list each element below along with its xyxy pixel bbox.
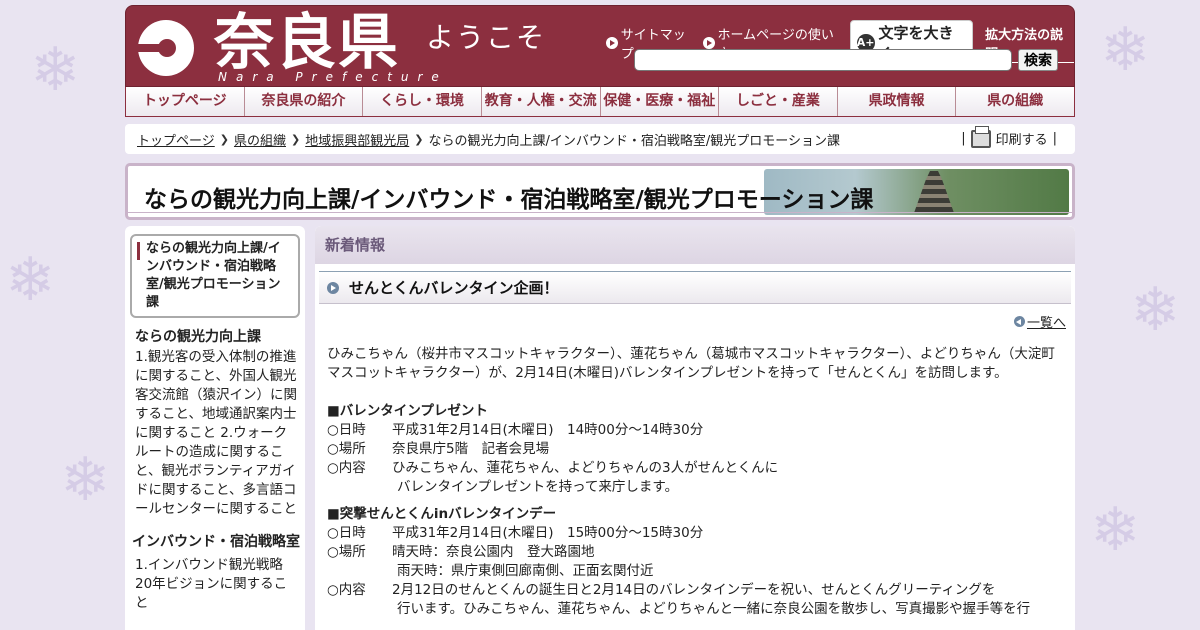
list-link[interactable]: 一覧へ [1027, 312, 1066, 331]
article-header: せんとくんバレンタイン企画！ [319, 271, 1071, 304]
chevron-right-icon: ❯ [219, 132, 229, 146]
page-title-box: ならの観光力向上課/インバウンド・宿泊戦略室/観光プロモーション課 [125, 163, 1075, 220]
breadcrumb: トップページ ❯ 県の組織 ❯ 地域振興部観光局 ❯ ならの観光力向上課/インバ… [125, 124, 1075, 154]
detail-continuation: バレンタインプレゼントを持って来庁します。 [397, 479, 679, 495]
detail-value: ひみこちゃん、蓮花ちゃん、よどりちゃんの3人がせんとくんに [392, 460, 779, 476]
page-title: ならの観光力向上課/インバウンド・宿泊戦略室/観光プロモーション課 [144, 187, 874, 213]
detail-row: ○場所 晴天時：奈良公園内 登大路園地 [327, 543, 1063, 562]
detail-row: ○日時 平成31年2月14日(木曜日) 14時00分～14時30分 [327, 421, 1063, 440]
chevron-right-icon: ❯ [290, 132, 301, 146]
pagoda-tower-shape [914, 171, 954, 213]
sidebar-current-section[interactable]: ならの観光力向上課/インバウンド・宿泊戦略室/観光プロモーション課 [130, 234, 300, 318]
detail-row: ○場所 奈良県庁5階 記者会見場 [327, 440, 1063, 459]
main-content: 新着情報 せんとくんバレンタイン企画！ 一覧へ ひみこちゃん（桜井市マスコットキ… [315, 226, 1075, 630]
sidebar: ならの観光力向上課/インバウンド・宿泊戦略室/観光プロモーション課 ならの観光力… [125, 226, 305, 630]
back-to-list: 一覧へ [319, 312, 1071, 331]
nav-about-nara[interactable]: 奈良県の紹介 [245, 87, 364, 116]
printer-icon [970, 125, 991, 148]
site-header: 奈良県 Nara Prefecture ようこそ サイトマップ ホームページの使… [125, 5, 1075, 87]
chevron-right-icon: ❯ [414, 132, 424, 146]
sidebar-section-text: 1.インバウンド観光戦略20年ビジョンに関すること [135, 557, 288, 611]
site-logo-subtitle: Nara Prefecture [218, 70, 448, 84]
article-body: ひみこちゃん（桜井市マスコットキャラクター）、蓮花ちゃん（葛城市マスコットキャラ… [319, 331, 1071, 619]
nara-logo-icon[interactable] [138, 20, 194, 76]
search-button[interactable]: 検索 [1018, 49, 1058, 71]
arrow-circle-icon [702, 37, 715, 49]
breadcrumb-organization[interactable]: 県の組織 [234, 130, 286, 149]
detail-key: ○日時 [327, 422, 366, 438]
search-input[interactable] [634, 49, 1012, 71]
snowflake-decoration: ❄ [60, 445, 111, 515]
section-heading: ■突撃せんとくんinバレンタインデー [327, 506, 557, 522]
back-arrow-icon [1013, 316, 1025, 327]
news-heading: 新着情報 [315, 226, 1075, 264]
detail-key: ○場所 [327, 441, 366, 457]
welcome-text: ようこそ [426, 21, 547, 54]
nav-govt-info[interactable]: 県政情報 [838, 87, 957, 116]
detail-value: 奈良県庁5階 記者会見場 [392, 441, 550, 457]
detail-row: ○内容 ひみこちゃん、蓮花ちゃん、よどりちゃんの3人がせんとくんに [327, 459, 1063, 478]
sidebar-section-title: ならの観光力向上課 [135, 329, 261, 345]
detail-key: ○内容 [327, 582, 366, 598]
breadcrumb-current: ならの観光力向上課/インバウンド・宿泊戦略室/観光プロモーション課 [428, 133, 840, 149]
print-button[interactable]: | 印刷する | [961, 125, 1057, 148]
section-heading: ■バレンタインプレゼント [327, 403, 488, 419]
detail-value: 平成31年2月14日(木曜日) 15時00分～15時30分 [392, 525, 704, 541]
search-bar: 検索 [634, 49, 1058, 71]
detail-key: ○日時 [327, 525, 366, 541]
detail-key: ○場所 [327, 544, 366, 560]
detail-value: 2月12日のせんとくんの誕生日と2月14日のバレンタインデーを祝い、せんとくんグ… [392, 582, 996, 598]
detail-continuation: 行います。ひみこちゃん、蓮花ちゃん、よどりちゃんと一緒に奈良公園を散歩し、写真撮… [397, 601, 1031, 617]
sidebar-section-text: 1.観光客の受入体制の推進に関すること、外国人観光客交流館（猿沢イン）に関するこ… [135, 349, 297, 517]
detail-value: 晴天時：奈良公園内 登大路園地 [392, 544, 595, 560]
nav-education[interactable]: 教育・人権・交流 [482, 87, 601, 116]
detail-row: ○内容 2月12日のせんとくんの誕生日と2月14日のバレンタインデーを祝い、せん… [327, 581, 1063, 600]
divider: | [961, 131, 966, 146]
breadcrumb-top[interactable]: トップページ [137, 130, 215, 149]
breadcrumb-tourism-bureau[interactable]: 地域振興部観光局 [305, 130, 409, 149]
global-nav: トップページ 奈良県の紹介 くらし・環境 教育・人権・交流 保健・医療・福祉 し… [125, 87, 1075, 117]
nav-organization[interactable]: 県の組織 [956, 87, 1074, 116]
title-underline [128, 212, 1072, 213]
nav-health[interactable]: 保健・医療・福祉 [601, 87, 720, 116]
sidebar-section-title: インバウンド・宿泊戦略室 [132, 534, 300, 550]
content-columns: ならの観光力向上課/インバウンド・宿泊戦略室/観光プロモーション課 ならの観光力… [125, 226, 1075, 630]
bullet-arrow-icon [327, 281, 339, 294]
article-title: せんとくんバレンタイン企画！ [349, 279, 559, 297]
detail-value: 平成31年2月14日(木曜日) 14時00分～14時30分 [392, 422, 704, 438]
snowflake-decoration: ❄ [1090, 495, 1141, 565]
snowflake-decoration: ❄ [1130, 275, 1181, 345]
detail-continuation: 雨天時：県庁東側回廊南側、正面玄関付近 [397, 563, 654, 579]
snowflake-decoration: ❄ [30, 35, 81, 105]
nav-top[interactable]: トップページ [126, 87, 245, 116]
nav-work-industry[interactable]: しごと・産業 [719, 87, 838, 116]
detail-row: ○日時 平成31年2月14日(木曜日) 15時00分～15時30分 [327, 524, 1063, 543]
article-intro: ひみこちゃん（桜井市マスコットキャラクター）、蓮花ちゃん（葛城市マスコットキャラ… [327, 346, 1055, 381]
snowflake-decoration: ❄ [5, 245, 56, 315]
divider: | [1052, 131, 1057, 146]
site-logo-title[interactable]: 奈良県 [214, 8, 400, 78]
print-label: 印刷する [995, 133, 1048, 148]
detail-key: ○内容 [327, 460, 366, 476]
page-wrapper: 奈良県 Nara Prefecture ようこそ サイトマップ ホームページの使… [125, 5, 1075, 630]
nav-life-environment[interactable]: くらし・環境 [363, 87, 482, 116]
arrow-circle-icon [606, 37, 618, 49]
snowflake-decoration: ❄ [1100, 15, 1151, 85]
